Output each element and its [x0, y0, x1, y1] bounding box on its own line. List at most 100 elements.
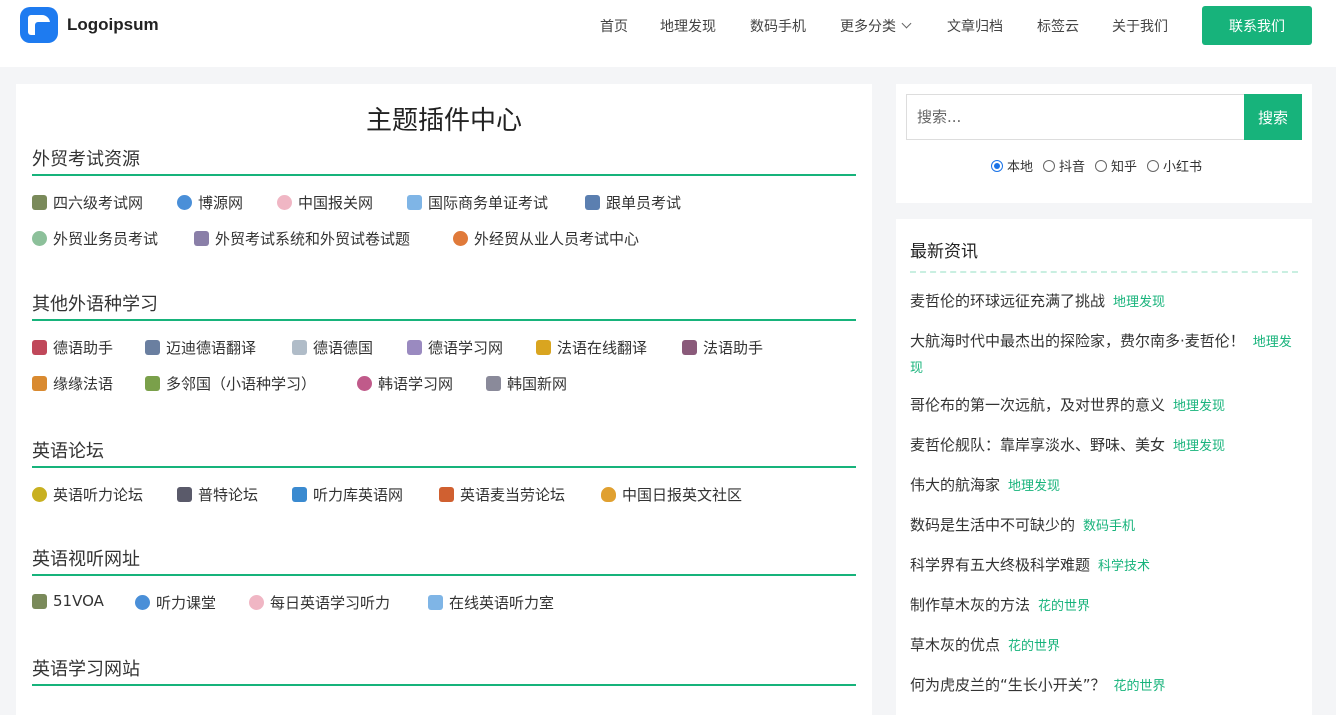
nav-item-tags[interactable]: 标签云 [1037, 16, 1079, 36]
news-tag[interactable]: 科学技术 [1098, 559, 1150, 574]
link-item[interactable]: 缘缘法语 [32, 373, 113, 394]
news-item[interactable]: 哥伦布的第一次远航，及对世界的意义 地理发现 [910, 393, 1298, 419]
news-tag[interactable]: 花的世界 [1008, 639, 1060, 654]
link-item[interactable]: 听力库英语网 [292, 484, 403, 505]
link-item[interactable]: 德语德国 [292, 337, 373, 358]
link-label: 法语助手 [703, 339, 764, 357]
news-item[interactable]: 伟大的航海家 地理发现 [910, 473, 1298, 499]
link-item[interactable]: 外经贸从业人员考试中心 [453, 228, 639, 249]
pin-icon [357, 376, 372, 391]
link-label: 每日英语学习听力 [270, 594, 391, 612]
link-label: 在线英语听力室 [449, 594, 555, 612]
news-item[interactable]: 数码是生活中不可缺少的 数码手机 [910, 513, 1298, 539]
news-tag[interactable]: 花的世界 [1114, 679, 1166, 694]
section-title: 外贸考试资源 [32, 144, 856, 176]
globe-icon [135, 595, 150, 610]
link-label: 听力库英语网 [313, 486, 404, 504]
news-item-title: 何为虎皮兰的“生长小开关”？ [910, 676, 1106, 694]
link-item[interactable]: 中国报关网 [277, 192, 373, 213]
news-item-title: 麦哲伦的环球远征充满了挑战 [910, 292, 1106, 310]
link-label: 跟单员考试 [606, 194, 682, 212]
link-item[interactable]: 英语麦当劳论坛 [439, 484, 565, 505]
news-item[interactable]: 制作草木灰的方法 花的世界 [910, 593, 1298, 619]
people-icon [407, 195, 422, 210]
news-item[interactable]: 大航海时代中最杰出的探险家，费尔南多·麦哲伦！ 地理发现 [910, 329, 1298, 381]
star-window-icon [439, 487, 454, 502]
logo[interactable]: Logoipsum [20, 7, 159, 43]
link-item[interactable]: 德语助手 [32, 337, 113, 358]
news-tag[interactable]: 地理发现 [1173, 399, 1225, 414]
news-item-title: 制作草木灰的方法 [910, 596, 1031, 614]
news-tag[interactable]: 花的世界 [1038, 599, 1090, 614]
radio-label: 知乎 [1111, 160, 1138, 175]
news-tag[interactable]: 地理发现 [1173, 439, 1225, 454]
news-tag[interactable]: 地理发现 [1113, 295, 1165, 310]
nav-item-geography[interactable]: 地理发现 [660, 16, 716, 36]
radio-dot [1147, 159, 1160, 172]
nav-item-home[interactable]: 首页 [600, 16, 628, 36]
news-item[interactable]: 麦哲伦舰队：靠岸享淡水、野味、美女 地理发现 [910, 433, 1298, 459]
link-item[interactable]: 法语助手 [682, 337, 763, 358]
link-item[interactable]: 普特论坛 [177, 484, 258, 505]
search-button[interactable]: 搜索 [1244, 94, 1302, 140]
link-item[interactable]: 外贸业务员考试 [32, 228, 158, 249]
badge-icon [32, 231, 47, 246]
link-label: 英语麦当劳论坛 [460, 486, 566, 504]
news-item[interactable]: 麦哲伦的环球远征充满了挑战 地理发现 [910, 289, 1298, 315]
link-item[interactable]: 外贸考试系统和外贸试卷试题 [194, 228, 410, 249]
logo-text: Logoipsum [67, 15, 159, 34]
link-item[interactable]: 国际商务单证考试 [407, 192, 548, 213]
news-tag[interactable]: 数码手机 [1083, 519, 1135, 534]
link-item[interactable]: 韩语学习网 [357, 373, 453, 394]
nav-item-archive[interactable]: 文章归档 [947, 16, 1003, 36]
link-label: 多邻国（小语种学习） [166, 375, 317, 393]
link-item[interactable]: 德语学习网 [407, 337, 503, 358]
link-item[interactable]: 跟单员考试 [585, 192, 681, 213]
link-item[interactable]: 在线英语听力室 [428, 592, 554, 613]
link-item[interactable]: 法语在线翻译 [536, 337, 647, 358]
link-item[interactable]: 多邻国（小语种学习） [145, 373, 316, 394]
link-label: 外贸业务员考试 [53, 230, 159, 248]
pencil-page-icon [407, 340, 422, 355]
link-item[interactable]: 英语听力论坛 [32, 484, 143, 505]
latest-news-card: 最新资讯 麦哲伦的环球远征充满了挑战 地理发现 大航海时代中最杰出的探险家，费尔南… [896, 219, 1312, 715]
news-item[interactable]: 何为虎皮兰的“生长小开关”？ 花的世界 [910, 673, 1298, 699]
radio-douyin[interactable]: 抖音 [1043, 156, 1085, 175]
news-title: 最新资讯 [910, 242, 978, 262]
link-label: 听力课堂 [156, 594, 217, 612]
nav-item-about[interactable]: 关于我们 [1112, 16, 1168, 36]
monitor-icon [292, 487, 307, 502]
radio-local[interactable]: 本地 [991, 156, 1033, 175]
link-label: 韩国新网 [507, 375, 568, 393]
site-header: Logoipsum 首页 地理发现 数码手机 更多分类 文章归档 标签云 关于我… [0, 0, 1336, 67]
link-item[interactable]: 每日英语学习听力 [249, 592, 390, 613]
radio-zhihu[interactable]: 知乎 [1095, 156, 1137, 175]
bulb-icon [601, 487, 616, 502]
link-item[interactable]: 听力课堂 [135, 592, 216, 613]
window-icon [145, 376, 160, 391]
link-item[interactable]: 51VOA [32, 592, 104, 610]
link-item[interactable]: 韩国新网 [486, 373, 567, 394]
section-title: 英语学习网站 [32, 654, 856, 686]
nav-item-more-label: 更多分类 [840, 19, 896, 35]
nav-item-more[interactable]: 更多分类 [840, 16, 912, 36]
news-item-title: 伟大的航海家 [910, 476, 1001, 494]
link-item[interactable]: 中国日报英文社区 [601, 484, 742, 505]
building-icon [32, 195, 47, 210]
news-tag[interactable]: 地理发现 [1008, 479, 1060, 494]
contact-button[interactable]: 联系我们 [1202, 6, 1312, 45]
radio-xiaohongshu[interactable]: 小红书 [1147, 156, 1202, 175]
search-input[interactable] [906, 94, 1245, 140]
globe-icon [177, 195, 192, 210]
section-english-forums: 英语论坛 英语听力论坛 普特论坛 听力库英语网 英语麦当劳论坛 中国日报英文社区 [32, 436, 856, 504]
nav-item-digital[interactable]: 数码手机 [750, 16, 806, 36]
link-item[interactable]: 迈迪德语翻译 [145, 337, 256, 358]
link-label: 法语在线翻译 [557, 339, 648, 357]
news-item[interactable]: 科学界有五大终极科学难题 科学技术 [910, 553, 1298, 579]
link-item[interactable]: 博源网 [177, 192, 243, 213]
radio-label: 小红书 [1163, 160, 1203, 175]
news-item[interactable]: 草木灰的优点 花的世界 [910, 633, 1298, 659]
link-item[interactable]: 四六级考试网 [32, 192, 143, 213]
section-other-languages: 其他外语种学习 德语助手 迈迪德语翻译 德语德国 德语学习网 法语在线翻译 法语… [32, 289, 856, 393]
news-item-title: 哥伦布的第一次远航，及对世界的意义 [910, 396, 1166, 414]
